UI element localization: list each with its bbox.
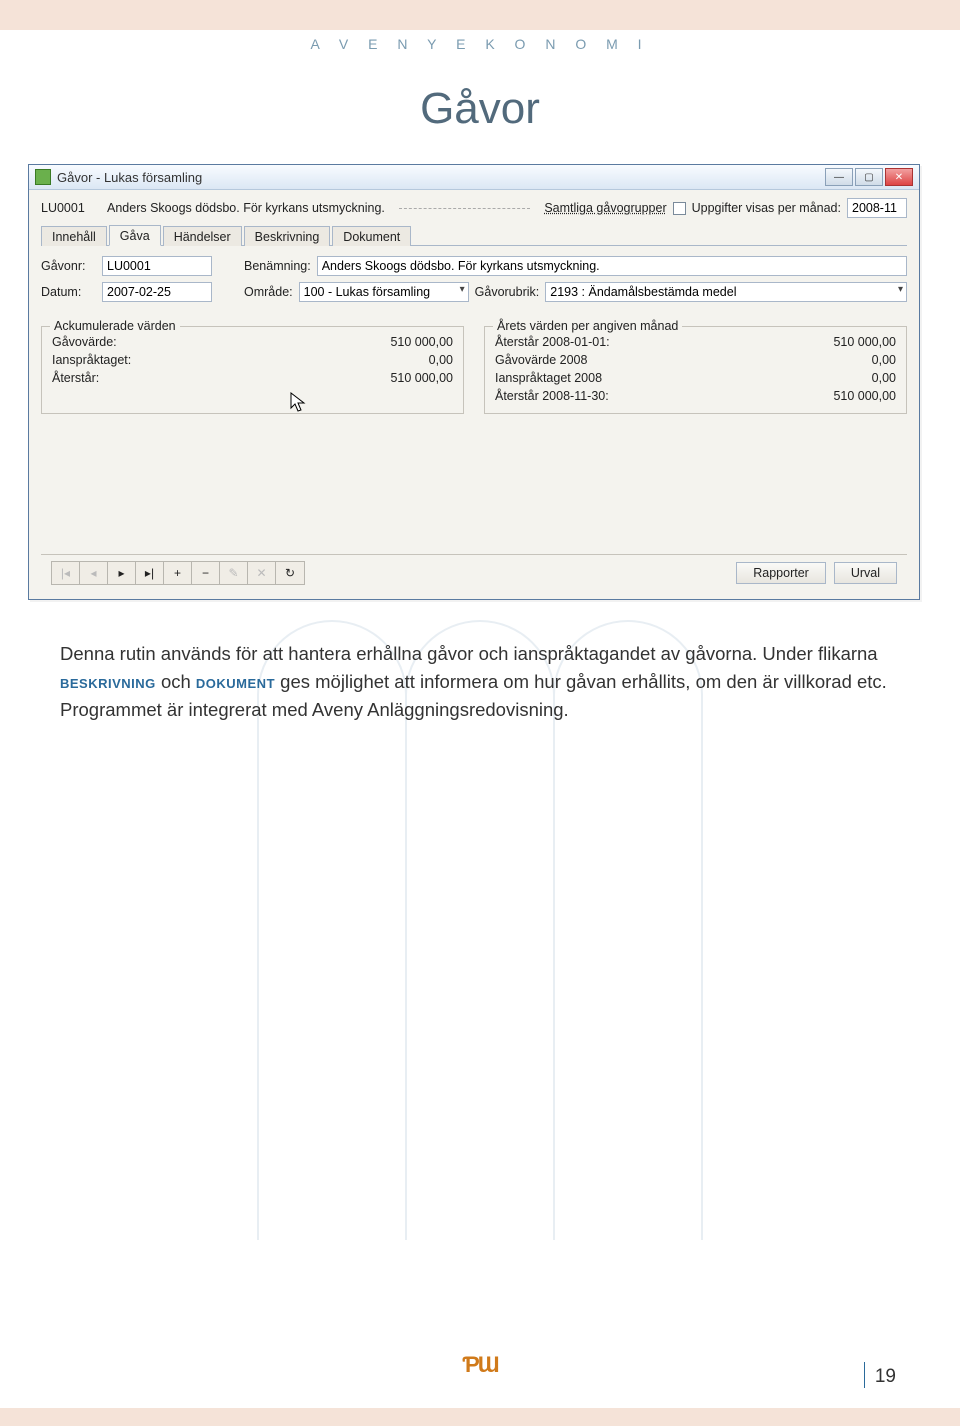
arets-groupbox: Årets värden per angiven månad Återstår … xyxy=(484,326,907,414)
nav-edit-button[interactable]: ✎ xyxy=(220,562,248,584)
year-legend: Årets värden per angiven månad xyxy=(493,319,682,333)
close-icon: ✕ xyxy=(895,172,903,183)
tab-strip: Innehåll Gåva Händelser Beskrivning Doku… xyxy=(41,224,907,246)
nav-add-button[interactable]: + xyxy=(164,562,192,584)
uppgifter-label: Uppgifter visas per månad: xyxy=(692,201,841,215)
maximize-button[interactable]: ▢ xyxy=(855,168,883,186)
rapporter-button[interactable]: Rapporter xyxy=(736,562,826,584)
ack-row-label: Ianspråktaget: xyxy=(52,353,370,367)
nav-prev-button[interactable]: ◂ xyxy=(80,562,108,584)
minimize-button[interactable]: — xyxy=(825,168,853,186)
section-title: Gåvor xyxy=(0,76,960,164)
year-row-value: 510 000,00 xyxy=(833,335,896,349)
dotted-separator xyxy=(399,208,530,209)
benamning-input[interactable] xyxy=(317,256,907,276)
datum-input[interactable] xyxy=(102,282,212,302)
omrade-select[interactable] xyxy=(299,282,469,302)
year-row-value: 0,00 xyxy=(833,371,896,385)
nav-last-button[interactable]: ▸| xyxy=(136,562,164,584)
nav-refresh-button[interactable]: ↻ xyxy=(276,562,304,584)
group-checkbox[interactable] xyxy=(673,202,686,215)
body-text: Denna rutin används för att hantera erhå… xyxy=(60,640,890,723)
nav-delete-button[interactable]: − xyxy=(192,562,220,584)
year-row-label: Återstår 2008-11-30: xyxy=(495,389,813,403)
year-row-value: 0,00 xyxy=(833,353,896,367)
page-number: 19 xyxy=(864,1362,896,1388)
urval-button[interactable]: Urval xyxy=(834,562,897,584)
tab-beskrivning[interactable]: Beskrivning xyxy=(244,226,331,246)
page-header: A V E N Y E K O N O M I xyxy=(0,30,960,76)
year-row-label: Återstår 2008-01-01: xyxy=(495,335,813,349)
gavonr-label: Gåvonr: xyxy=(41,259,96,273)
titlebar: Gåvor - Lukas församling — ▢ ✕ xyxy=(29,165,919,190)
tab-gava[interactable]: Gåva xyxy=(109,225,161,246)
ack-row-value: 510 000,00 xyxy=(390,371,453,385)
tab-innehall[interactable]: Innehåll xyxy=(41,226,107,246)
ack-legend: Ackumulerade värden xyxy=(50,319,180,333)
body-p1b: och xyxy=(161,671,196,692)
tab-dokument[interactable]: Dokument xyxy=(332,226,411,246)
benamning-label: Benämning: xyxy=(244,259,311,273)
code-label: LU0001 xyxy=(41,201,101,215)
footer-logo: ƤƜ xyxy=(462,1352,497,1378)
maximize-icon: ▢ xyxy=(864,172,873,183)
window-title: Gåvor - Lukas församling xyxy=(57,170,202,185)
tab-handelser[interactable]: Händelser xyxy=(163,226,242,246)
body-p1c: ges möjlighet att informera om hur gåvan… xyxy=(280,671,887,692)
year-row-value: 510 000,00 xyxy=(833,389,896,403)
ackumulerade-groupbox: Ackumulerade värden Gåvovärde:510 000,00… xyxy=(41,326,464,414)
ack-row-value: 510 000,00 xyxy=(390,335,453,349)
nav-first-button[interactable]: |◂ xyxy=(52,562,80,584)
app-window: Gåvor - Lukas församling — ▢ ✕ LU0001 An… xyxy=(28,164,920,600)
year-row-label: Gåvovärde 2008 xyxy=(495,353,813,367)
bottom-toolbar: |◂ ◂ ▸ ▸| + − ✎ ✕ ↻ Rapporter Urval xyxy=(41,554,907,591)
body-p1a: Denna rutin används för att hantera erhå… xyxy=(60,643,878,664)
gavorubrik-label: Gåvorubrik: xyxy=(475,285,540,299)
ack-row-label: Gåvovärde: xyxy=(52,335,370,349)
gavonr-input[interactable] xyxy=(102,256,212,276)
footer-band xyxy=(0,1408,960,1426)
nav-next-button[interactable]: ▸ xyxy=(108,562,136,584)
year-row-label: Ianspråktaget 2008 xyxy=(495,371,813,385)
app-icon xyxy=(35,169,51,185)
desc-text: Anders Skoogs dödsbo. För kyrkans utsmyc… xyxy=(107,201,385,215)
datum-label: Datum: xyxy=(41,285,96,299)
uppgifter-input[interactable] xyxy=(847,198,907,218)
record-navigator: |◂ ◂ ▸ ▸| + − ✎ ✕ ↻ xyxy=(51,561,305,585)
keyword-beskrivning: beskrivning xyxy=(60,671,156,692)
group-link[interactable]: Samtliga gåvogrupper xyxy=(544,201,666,215)
ack-row-label: Återstår: xyxy=(52,371,370,385)
ack-row-value: 0,00 xyxy=(390,353,453,367)
keyword-dokument: dokument xyxy=(196,671,275,692)
close-button[interactable]: ✕ xyxy=(885,168,913,186)
gavorubrik-select[interactable] xyxy=(545,282,907,302)
body-p2: Programmet är integrerat med Aveny Anläg… xyxy=(60,696,890,724)
nav-cancel-button[interactable]: ✕ xyxy=(248,562,276,584)
header-band xyxy=(0,0,960,30)
minimize-icon: — xyxy=(834,172,844,183)
omrade-label: Område: xyxy=(244,285,293,299)
